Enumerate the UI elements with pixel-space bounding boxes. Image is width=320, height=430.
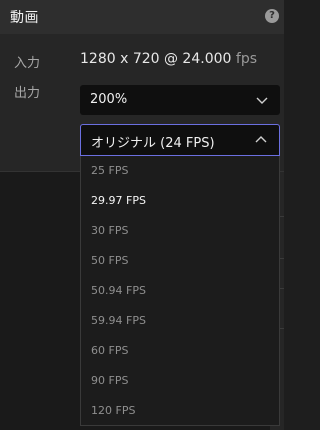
output-framerate-value: オリジナル (24 FPS): [91, 136, 215, 151]
chevron-up-icon: [255, 136, 267, 143]
framerate-option-120[interactable]: 120 FPS: [81, 396, 279, 425]
input-resolution-value: 1280 x 720 @ 24.000 fps: [80, 51, 257, 67]
framerate-option-30[interactable]: 30 FPS: [81, 216, 279, 246]
input-label: 入力: [14, 56, 41, 71]
video-panel: 動画 ? 入力 1280 x 720 @ 24.000 fps 出力 200% …: [0, 0, 284, 172]
chevron-down-icon: [256, 97, 268, 104]
framerate-option-90[interactable]: 90 FPS: [81, 366, 279, 396]
output-scale-value: 200%: [90, 92, 128, 107]
framerate-option-50-94[interactable]: 50.94 FPS: [81, 276, 279, 306]
help-circle-icon[interactable]: ?: [265, 9, 279, 23]
framerate-dropdown-list: 25 FPS 29.97 FPS 30 FPS 50 FPS 50.94 FPS…: [80, 156, 280, 426]
output-framerate-select[interactable]: オリジナル (24 FPS): [80, 124, 280, 156]
input-resolution-text: 1280 x 720 @ 24.000: [80, 51, 232, 67]
input-fps-unit: fps: [235, 51, 257, 67]
video-settings-window: 動画 ? 入力 1280 x 720 @ 24.000 fps 出力 200% …: [0, 0, 284, 430]
panel-title: 動画: [10, 10, 39, 26]
output-label: 出力: [14, 86, 41, 101]
framerate-option-25[interactable]: 25 FPS: [81, 156, 279, 186]
output-scale-select[interactable]: 200%: [80, 85, 280, 115]
framerate-option-50[interactable]: 50 FPS: [81, 246, 279, 276]
panel-header: 動画 ?: [0, 0, 284, 34]
framerate-option-60[interactable]: 60 FPS: [81, 336, 279, 366]
framerate-option-29-97[interactable]: 29.97 FPS: [81, 186, 279, 216]
framerate-option-59-94[interactable]: 59.94 FPS: [81, 306, 279, 336]
